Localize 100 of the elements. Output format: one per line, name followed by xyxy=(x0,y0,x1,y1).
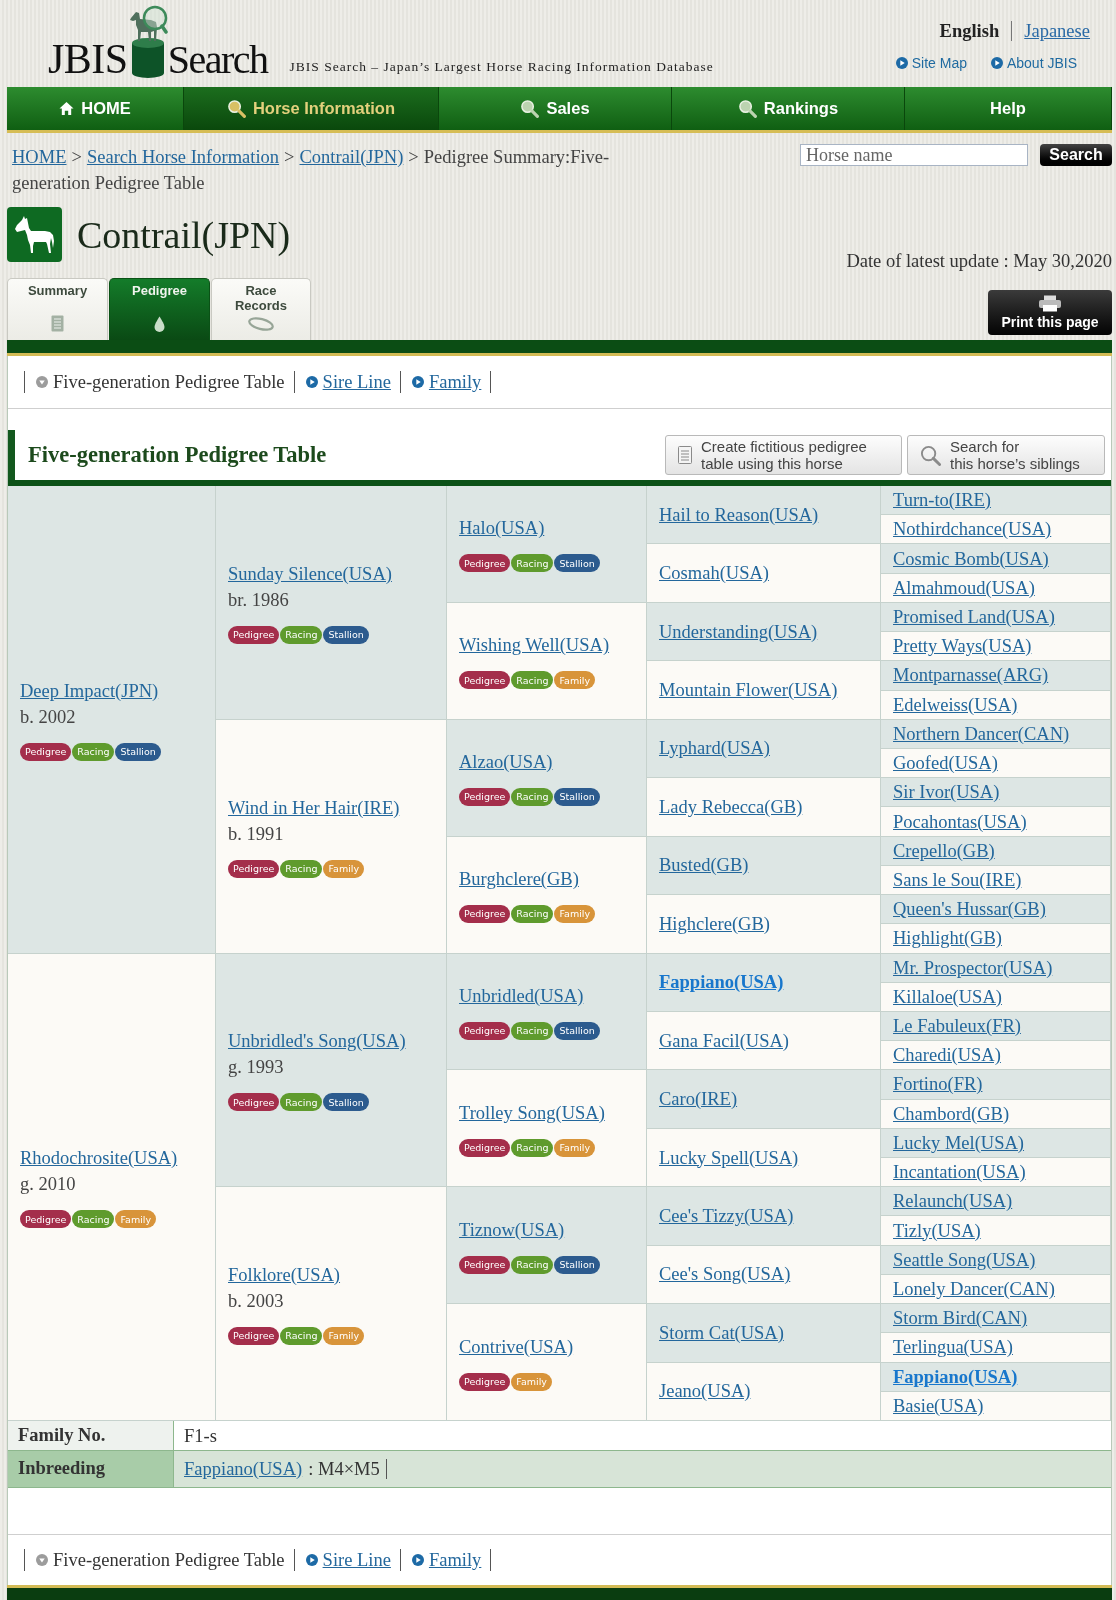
horse-link[interactable]: Cosmic Bomb(USA) xyxy=(893,545,1049,572)
badge-link[interactable]: Pedigree xyxy=(459,671,511,690)
search-field[interactable]: Horse name xyxy=(800,144,1028,166)
badge-link[interactable]: Pedigree xyxy=(228,859,280,878)
subnav-link[interactable]: Sire Line xyxy=(305,371,391,393)
horse-link[interactable]: Queen's Hussar(GB) xyxy=(893,896,1046,923)
horse-link[interactable]: Wishing Well(USA) xyxy=(459,632,610,659)
badge-link[interactable]: Pedigree xyxy=(459,788,511,807)
horse-link[interactable]: Contrive(USA) xyxy=(459,1333,574,1360)
badge-link[interactable]: Racing xyxy=(280,625,323,644)
horse-link[interactable]: Hail to Reason(USA) xyxy=(659,501,819,528)
badge-link[interactable]: Racing xyxy=(72,1210,115,1229)
badge-link[interactable]: Pedigree xyxy=(459,1021,511,1040)
horse-link[interactable]: Mountain Flower(USA) xyxy=(659,677,838,704)
badge-link[interactable]: Pedigree xyxy=(459,1372,511,1391)
page-tab[interactable]: Pedigree xyxy=(109,278,210,340)
badge-link[interactable]: Racing xyxy=(511,1255,554,1274)
badge-link[interactable]: Racing xyxy=(511,671,554,690)
horse-link[interactable]: Fappiano(USA) xyxy=(893,1363,1018,1390)
horse-link[interactable]: Lonely Dancer(CAN) xyxy=(893,1276,1055,1302)
horse-link[interactable]: Caro(IRE) xyxy=(659,1086,738,1113)
breadcrumb-link[interactable]: Search Horse Information xyxy=(86,147,280,167)
badge-link[interactable]: Stallion xyxy=(323,1093,369,1112)
horse-link[interactable]: Cee's Tizzy(USA) xyxy=(659,1202,794,1229)
badge-link[interactable]: Racing xyxy=(280,859,323,878)
horse-link[interactable]: Tizly(USA) xyxy=(893,1217,981,1244)
horse-link[interactable]: Crepello(GB) xyxy=(893,837,995,864)
subnav-link[interactable]: Family xyxy=(411,1549,482,1571)
breadcrumb-link[interactable]: HOME xyxy=(12,147,67,167)
badge-link[interactable]: Racing xyxy=(280,1093,323,1112)
horse-link[interactable]: Terlingua(USA) xyxy=(893,1334,1013,1361)
action-button[interactable]: Create fictitious pedigree table using this horse xyxy=(665,435,902,475)
horse-link[interactable]: Nothirdchance(USA) xyxy=(893,516,1052,543)
nav-tab[interactable]: Help xyxy=(905,87,1112,130)
badge-link[interactable]: Stallion xyxy=(554,554,600,573)
horse-link[interactable]: Cosmah(USA) xyxy=(659,560,769,587)
horse-link[interactable]: Almahmoud(USA) xyxy=(893,574,1035,601)
nav-tab[interactable]: HOME xyxy=(7,87,184,130)
horse-link[interactable]: Relaunch(USA) xyxy=(893,1188,1013,1215)
badge-link[interactable]: Pedigree xyxy=(20,1210,72,1229)
badge-link[interactable]: Stallion xyxy=(115,742,161,761)
horse-link[interactable]: Lady Rebecca(GB) xyxy=(659,793,803,820)
badge-link[interactable]: Racing xyxy=(511,788,554,807)
horse-link[interactable]: Unbridled's Song(USA) xyxy=(228,1028,406,1055)
language-link[interactable]: Japanese xyxy=(1024,20,1090,42)
page-tab[interactable]: Race Records xyxy=(211,278,311,340)
search-button[interactable]: Search xyxy=(1040,144,1112,166)
badge-link[interactable]: Racing xyxy=(72,742,115,761)
badge-link[interactable]: Racing xyxy=(511,554,554,573)
horse-link[interactable]: Lyphard(USA) xyxy=(659,735,770,762)
horse-link[interactable]: Jeano(USA) xyxy=(659,1378,751,1405)
horse-link[interactable]: Sir Ivor(USA) xyxy=(893,779,1000,806)
horse-link[interactable]: Killaloe(USA) xyxy=(893,983,1002,1010)
badge-link[interactable]: Pedigree xyxy=(459,1138,511,1157)
badge-link[interactable]: Pedigree xyxy=(459,905,511,924)
horse-link[interactable]: Sunday Silence(USA) xyxy=(228,560,392,587)
horse-link[interactable]: Unbridled(USA) xyxy=(459,982,584,1009)
inbreeding-link[interactable]: Fappiano(USA) xyxy=(184,1457,303,1481)
header-link[interactable]: Site Map xyxy=(895,53,967,73)
horse-link[interactable]: Deep Impact(JPN) xyxy=(20,677,159,704)
horse-link[interactable]: Rhodochrosite(USA) xyxy=(20,1145,178,1172)
horse-link[interactable]: Pocahontas(USA) xyxy=(893,808,1027,835)
horse-link[interactable]: Chambord(GB) xyxy=(893,1100,1010,1127)
badge-link[interactable]: Pedigree xyxy=(20,742,72,761)
horse-link[interactable]: Folklore(USA) xyxy=(228,1262,341,1289)
page-tab[interactable]: Summary xyxy=(7,278,108,340)
horse-link[interactable]: Gana Facil(USA) xyxy=(659,1027,789,1054)
horse-link[interactable]: Tiznow(USA) xyxy=(459,1216,565,1243)
horse-link[interactable]: Lucky Mel(USA) xyxy=(893,1129,1025,1156)
horse-link[interactable]: Fappiano(USA) xyxy=(659,969,784,996)
nav-tab[interactable]: Horse Information xyxy=(184,87,439,130)
subnav-link[interactable]: Five-generation Pedigree Table xyxy=(36,1549,285,1571)
nav-tab[interactable]: Sales xyxy=(439,87,672,130)
subnav-link[interactable]: Sire Line xyxy=(305,1549,391,1571)
subnav-link[interactable]: Family xyxy=(411,371,482,393)
badge-link[interactable]: Stallion xyxy=(554,1255,600,1274)
horse-link[interactable]: Alzao(USA) xyxy=(459,749,553,776)
badge-link[interactable]: Racing xyxy=(511,1021,554,1040)
horse-link[interactable]: Lucky Spell(USA) xyxy=(659,1144,799,1171)
badge-link[interactable]: Pedigree xyxy=(228,1093,280,1112)
badge-link[interactable]: Pedigree xyxy=(459,1255,511,1274)
badge-link[interactable]: Racing xyxy=(511,905,554,924)
nav-tab[interactable]: Rankings xyxy=(672,87,905,130)
horse-link[interactable]: Halo(USA) xyxy=(459,515,545,542)
horse-link[interactable]: Northern Dancer(CAN) xyxy=(893,720,1070,747)
horse-link[interactable]: Trolley Song(USA) xyxy=(459,1099,605,1126)
horse-link[interactable]: Promised Land(USA) xyxy=(893,604,1055,630)
horse-link[interactable]: Highclere(GB) xyxy=(659,910,770,937)
horse-link[interactable]: Edelweiss(USA) xyxy=(893,691,1018,718)
language-link[interactable]: English xyxy=(939,20,1000,42)
subnav-link[interactable]: Five-generation Pedigree Table xyxy=(36,371,285,393)
badge-link[interactable]: Pedigree xyxy=(459,554,511,573)
horse-link[interactable]: Pretty Ways(USA) xyxy=(893,633,1032,660)
horse-link[interactable]: Fortino(FR) xyxy=(893,1071,983,1098)
badge-link[interactable]: Stallion xyxy=(323,625,369,644)
badge-link[interactable]: Stallion xyxy=(554,1021,600,1040)
badge-link[interactable]: Racing xyxy=(280,1327,323,1346)
horse-link[interactable]: Storm Bird(CAN) xyxy=(893,1305,1028,1332)
horse-link[interactable]: Turn-to(IRE) xyxy=(893,487,991,514)
horse-link[interactable]: Wind in Her Hair(IRE) xyxy=(228,794,400,821)
